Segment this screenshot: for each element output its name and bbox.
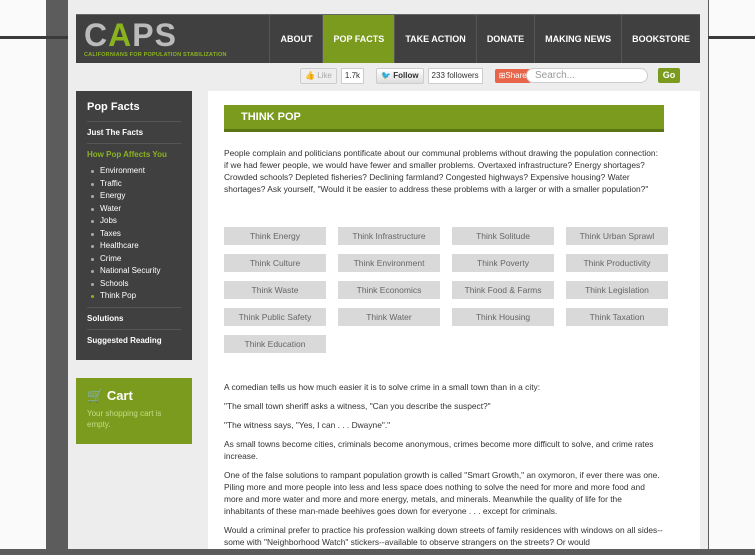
shopping-cart-icon: 🛒 xyxy=(87,388,104,403)
page-container: CAPS CALIFORNIANS FOR POPULATION STABILI… xyxy=(68,0,708,549)
page-title: THINK POP xyxy=(241,111,301,123)
think-public-safety-button[interactable]: Think Public Safety xyxy=(224,308,326,326)
sidebar-subitem-national-security[interactable]: National Security xyxy=(91,265,192,278)
nav-take-action[interactable]: TAKE ACTION xyxy=(394,15,476,63)
main-nav: ABOUT POP FACTS TAKE ACTION DONATE MAKIN… xyxy=(269,15,700,63)
article-paragraph: "The small town sheriff asks a witness, … xyxy=(224,401,491,411)
nav-about[interactable]: ABOUT xyxy=(269,15,322,63)
like-button[interactable]: 👍 Like xyxy=(300,68,337,84)
main-content: THINK POP People complain and politician… xyxy=(208,91,700,549)
search-input[interactable]: Search... xyxy=(526,68,648,83)
nav-pop-facts[interactable]: POP FACTS xyxy=(322,15,395,63)
thumbs-up-icon: 👍 xyxy=(305,71,315,80)
twitter-bird-icon: 🐦 xyxy=(381,71,391,80)
cart-status: Your shopping cart is empty. xyxy=(87,409,162,429)
think-infrastructure-button[interactable]: Think Infrastructure xyxy=(338,227,440,245)
think-energy-button[interactable]: Think Energy xyxy=(224,227,326,245)
sidebar-item-how-pop[interactable]: How Pop Affects You xyxy=(76,144,192,165)
sidebar: Pop Facts Just The Facts How Pop Affects… xyxy=(76,91,192,360)
nav-bookstore[interactable]: BOOKSTORE xyxy=(621,15,700,63)
think-environment-button[interactable]: Think Environment xyxy=(338,254,440,272)
background-stripe-left xyxy=(0,36,76,39)
search-go-button[interactable]: Go xyxy=(658,68,680,83)
article-paragraph: A comedian tells us how much easier it i… xyxy=(224,382,541,392)
site-header: CAPS CALIFORNIANS FOR POPULATION STABILI… xyxy=(76,14,700,63)
sidebar-subitem-traffic[interactable]: Traffic xyxy=(91,178,192,191)
think-taxation-button[interactable]: Think Taxation xyxy=(566,308,668,326)
cart-box: 🛒 Cart Your shopping cart is empty. xyxy=(76,378,192,444)
sidebar-subitem-environment[interactable]: Environment xyxy=(91,165,192,178)
think-water-button[interactable]: Think Water xyxy=(338,308,440,326)
sidebar-title: Pop Facts xyxy=(87,101,140,113)
sidebar-item-solutions[interactable]: Solutions xyxy=(76,308,192,329)
sidebar-subitem-think-pop[interactable]: Think Pop xyxy=(91,290,192,303)
sidebar-subitem-crime[interactable]: Crime xyxy=(91,253,192,266)
article-paragraph: As small towns become cities, criminals … xyxy=(224,439,654,461)
think-culture-button[interactable]: Think Culture xyxy=(224,254,326,272)
think-waste-button[interactable]: Think Waste xyxy=(224,281,326,299)
sidebar-subitem-healthcare[interactable]: Healthcare xyxy=(91,240,192,253)
sidebar-subitem-energy[interactable]: Energy xyxy=(91,190,192,203)
follow-button[interactable]: 🐦 Follow xyxy=(376,68,424,84)
follower-count: 233 followers xyxy=(427,68,483,84)
think-economics-button[interactable]: Think Economics xyxy=(338,281,440,299)
think-housing-button[interactable]: Think Housing xyxy=(452,308,554,326)
cart-title[interactable]: 🛒 Cart xyxy=(76,378,192,404)
background-right xyxy=(709,0,755,549)
think-urban-sprawl-button[interactable]: Think Urban Sprawl xyxy=(566,227,668,245)
sidebar-subnav: Environment Traffic Energy Water Jobs Ta… xyxy=(76,165,192,307)
sidebar-subitem-jobs[interactable]: Jobs xyxy=(91,215,192,228)
nav-donate[interactable]: DONATE xyxy=(475,15,534,63)
think-productivity-button[interactable]: Think Productivity xyxy=(566,254,668,272)
page-title-banner: THINK POP xyxy=(224,105,664,132)
think-poverty-button[interactable]: Think Poverty xyxy=(452,254,554,272)
think-buttons-grid: Think Energy Think Infrastructure Think … xyxy=(224,227,668,353)
social-bar: 👍 Like 1.7k 🐦 Follow 233 followers ⊞Shar… xyxy=(300,68,531,84)
sidebar-subitem-water[interactable]: Water xyxy=(91,203,192,216)
logo-wordmark: CAPS xyxy=(84,17,177,53)
sidebar-subitem-taxes[interactable]: Taxes xyxy=(91,228,192,241)
site-logo[interactable]: CAPS CALIFORNIANS FOR POPULATION STABILI… xyxy=(84,19,227,58)
think-solitude-button[interactable]: Think Solitude xyxy=(452,227,554,245)
think-legislation-button[interactable]: Think Legislation xyxy=(566,281,668,299)
background-left xyxy=(0,0,46,549)
article-paragraph: One of the false solutions to rampant po… xyxy=(224,470,660,516)
article-paragraph: "The witness says, "Yes, I can . . . Dwa… xyxy=(224,420,391,430)
like-count: 1.7k xyxy=(340,68,365,84)
logo-tagline: CALIFORNIANS FOR POPULATION STABILIZATIO… xyxy=(84,52,227,58)
nav-making-news[interactable]: MAKING NEWS xyxy=(534,15,621,63)
article-paragraph: Would a criminal prefer to practice his … xyxy=(224,525,663,547)
think-food-farms-button[interactable]: Think Food & Farms xyxy=(452,281,554,299)
think-education-button[interactable]: Think Education xyxy=(224,335,326,353)
article-body: A comedian tells us how much easier it i… xyxy=(224,381,664,555)
intro-paragraph: People complain and politicians pontific… xyxy=(224,148,658,194)
sidebar-item-suggested-reading[interactable]: Suggested Reading xyxy=(76,330,192,351)
sidebar-subitem-schools[interactable]: Schools xyxy=(91,278,192,291)
sidebar-item-just-the-facts[interactable]: Just The Facts xyxy=(76,122,192,143)
